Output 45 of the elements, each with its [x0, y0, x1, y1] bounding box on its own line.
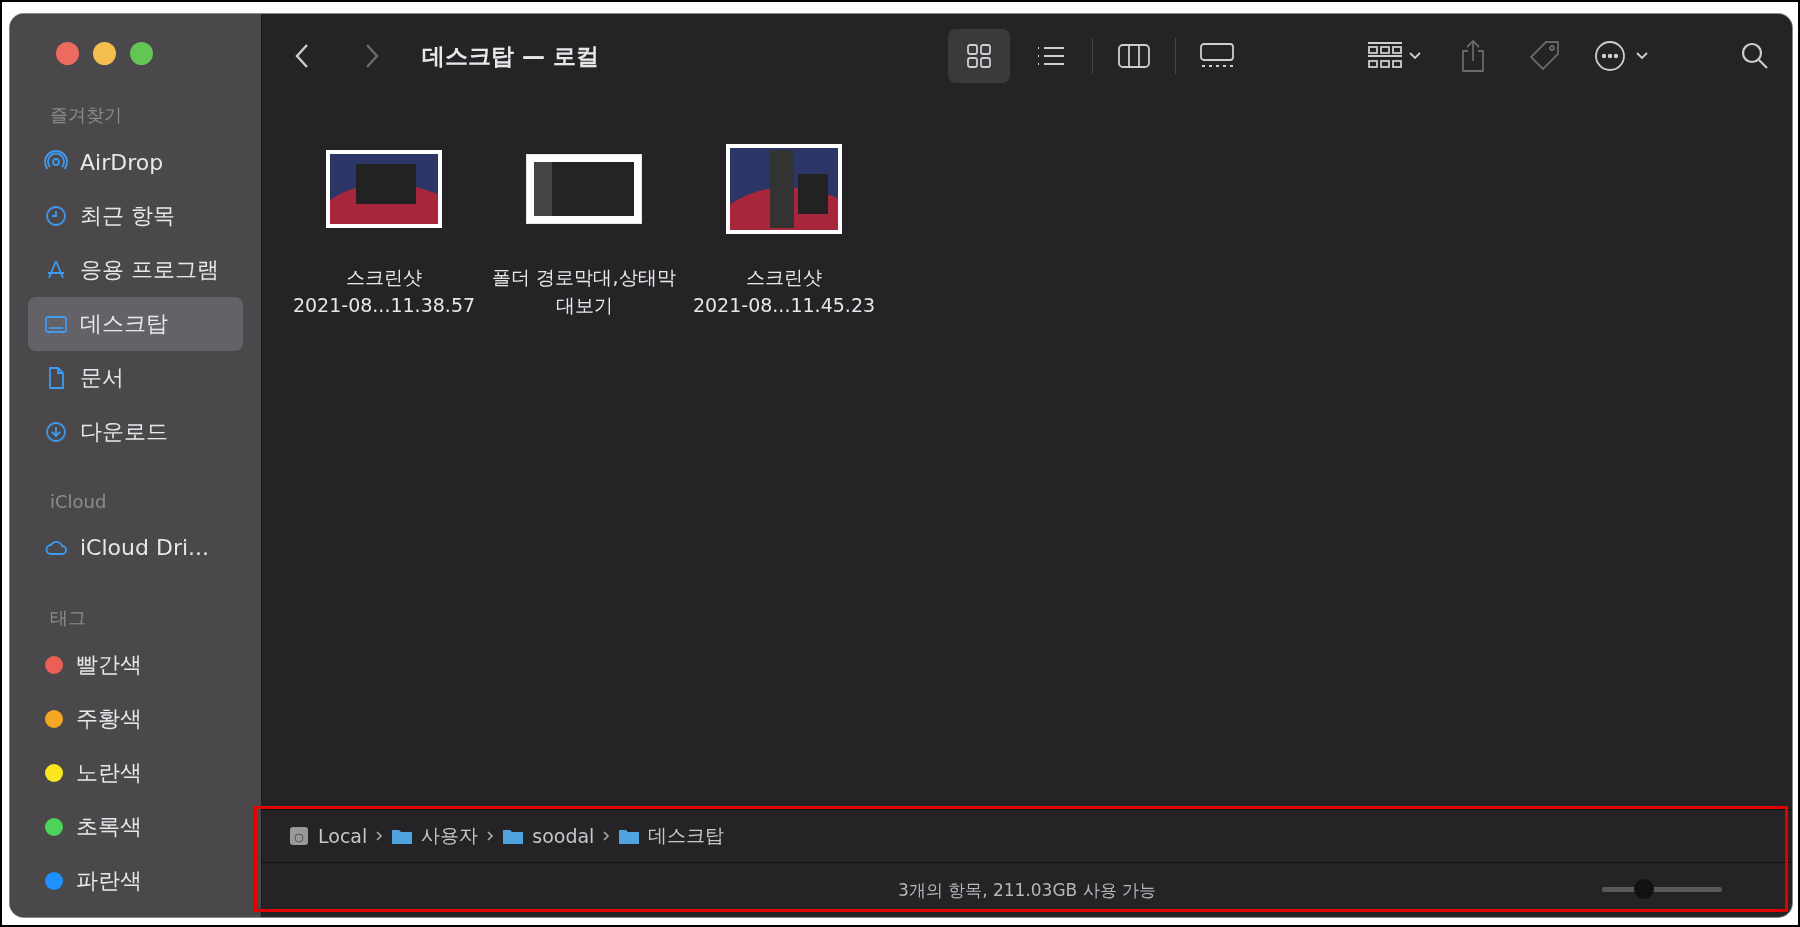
sidebar-item[interactable]: AirDrop [28, 135, 243, 189]
clock-icon [44, 204, 68, 228]
path-item[interactable]: Local [288, 825, 368, 847]
status-text: 3개의 항목, 211.03GB 사용 가능 [897, 878, 1157, 902]
sidebar-item[interactable]: 초록색 [28, 800, 243, 854]
chevron-icon [486, 830, 495, 842]
file-name[interactable]: 스크린샷 2021-08...11.45.23 [692, 264, 876, 320]
sidebar-item[interactable]: 응용 프로그램 [28, 243, 243, 297]
download-icon [44, 420, 68, 444]
folder-icon [618, 827, 641, 845]
sidebar-item[interactable]: iCloud Dri... [28, 520, 243, 574]
close-button[interactable] [56, 42, 79, 65]
sidebar-section-title: 태그 [49, 606, 87, 630]
path-item[interactable]: soodal [502, 825, 595, 847]
folder-icon [391, 827, 414, 845]
window-title: 데스크탑 — 로컬 [422, 41, 599, 71]
gallery-icon[interactable] [1199, 42, 1235, 70]
view-mode-button[interactable] [948, 29, 1010, 83]
sidebar-item[interactable]: 빨간색 [28, 638, 243, 692]
sidebar-section-title: iCloud [49, 490, 108, 514]
chevron-icon [602, 830, 611, 842]
path-item[interactable]: 데스크탑 [618, 823, 725, 849]
sidebar-item[interactable]: 다운로드 [28, 405, 243, 459]
folder-icon [502, 827, 525, 845]
sidebar-item[interactable]: 노란색 [28, 746, 243, 800]
sidebar-item[interactable]: 데스크탑 [28, 297, 243, 351]
path-item[interactable]: 사용자 [391, 823, 479, 849]
zoom-button[interactable] [130, 42, 153, 65]
sidebar-item[interactable]: 문서 [28, 351, 243, 405]
search-icon[interactable] [1740, 41, 1770, 71]
sidebar-item[interactable]: 파란색 [28, 854, 243, 908]
share-icon[interactable] [1459, 39, 1487, 73]
tag-icon[interactable] [1528, 39, 1562, 73]
group-icon[interactable] [1366, 41, 1424, 71]
grid-icon[interactable] [965, 42, 993, 70]
columns-icon[interactable] [1117, 43, 1151, 69]
minimize-button[interactable] [93, 42, 116, 65]
file-name[interactable]: 폴더 경로막대,상태막 대보기 [492, 264, 676, 320]
file-name[interactable]: 스크린샷 2021-08...11.38.57 [292, 264, 476, 320]
slider-thumb[interactable] [1634, 879, 1654, 899]
list-icon[interactable] [1036, 44, 1066, 68]
sidebar-item[interactable]: 최근 항목 [28, 189, 243, 243]
chevron-icon [375, 830, 384, 842]
sidebar-section-title: 즐겨찾기 [49, 103, 123, 127]
sidebar-item[interactable]: 주황색 [28, 692, 243, 746]
